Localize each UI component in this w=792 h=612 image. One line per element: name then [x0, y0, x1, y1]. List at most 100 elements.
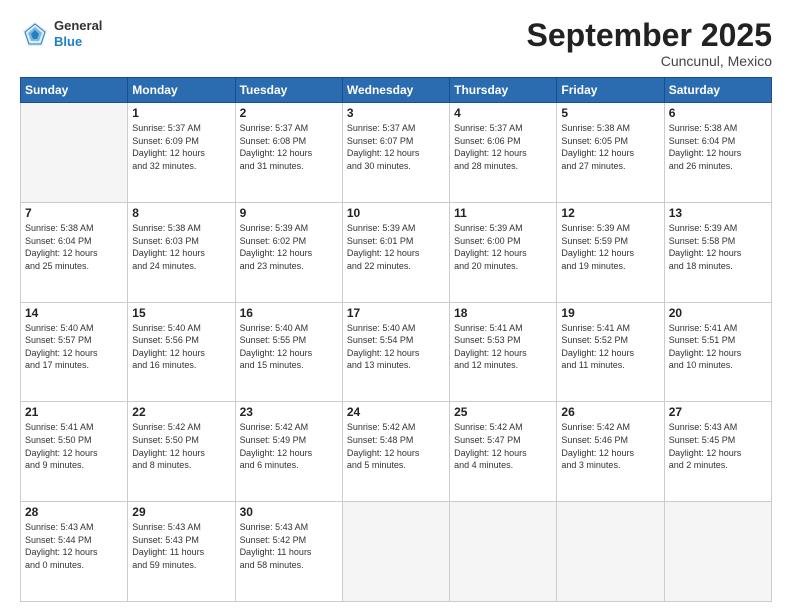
- calendar-cell: 3 Sunrise: 5:37 AM Sunset: 6:07 PM Daylig…: [342, 103, 449, 203]
- day-info: Sunrise: 5:41 AM Sunset: 5:50 PM Dayligh…: [25, 421, 123, 471]
- calendar-cell: [664, 502, 771, 602]
- day-number: 21: [25, 405, 123, 419]
- day-number: 6: [669, 106, 767, 120]
- day-number: 2: [240, 106, 338, 120]
- calendar-cell: [21, 103, 128, 203]
- calendar-cell: 10 Sunrise: 5:39 AM Sunset: 6:01 PM Dayli…: [342, 202, 449, 302]
- calendar-cell: 8 Sunrise: 5:38 AM Sunset: 6:03 PM Daylig…: [128, 202, 235, 302]
- day-info: Sunrise: 5:39 AM Sunset: 5:58 PM Dayligh…: [669, 222, 767, 272]
- calendar-cell: 12 Sunrise: 5:39 AM Sunset: 5:59 PM Dayli…: [557, 202, 664, 302]
- day-info: Sunrise: 5:42 AM Sunset: 5:49 PM Dayligh…: [240, 421, 338, 471]
- day-info: Sunrise: 5:40 AM Sunset: 5:56 PM Dayligh…: [132, 322, 230, 372]
- calendar: Sunday Monday Tuesday Wednesday Thursday…: [20, 77, 772, 602]
- day-number: 16: [240, 306, 338, 320]
- calendar-cell: 11Sunrise: 5:39 AM Sunset: 6:00 PM Dayli…: [450, 202, 557, 302]
- calendar-week-5: 28Sunrise: 5:43 AM Sunset: 5:44 PM Dayli…: [21, 502, 772, 602]
- day-number: 5: [561, 106, 659, 120]
- day-number: 22: [132, 405, 230, 419]
- day-number: 30: [240, 505, 338, 519]
- day-number: 12: [561, 206, 659, 220]
- calendar-cell: 14Sunrise: 5:40 AM Sunset: 5:57 PM Dayli…: [21, 302, 128, 402]
- day-info: Sunrise: 5:38 AM Sunset: 6:04 PM Dayligh…: [669, 122, 767, 172]
- calendar-cell: 17Sunrise: 5:40 AM Sunset: 5:54 PM Dayli…: [342, 302, 449, 402]
- day-number: 7: [25, 206, 123, 220]
- day-info: Sunrise: 5:38 AM Sunset: 6:03 PM Dayligh…: [132, 222, 230, 272]
- calendar-cell: 28Sunrise: 5:43 AM Sunset: 5:44 PM Dayli…: [21, 502, 128, 602]
- day-info: Sunrise: 5:43 AM Sunset: 5:42 PM Dayligh…: [240, 521, 338, 571]
- day-info: Sunrise: 5:40 AM Sunset: 5:55 PM Dayligh…: [240, 322, 338, 372]
- day-number: 19: [561, 306, 659, 320]
- calendar-cell: 22 Sunrise: 5:42 AM Sunset: 5:50 PM Dayli…: [128, 402, 235, 502]
- day-info: Sunrise: 5:42 AM Sunset: 5:50 PM Dayligh…: [132, 421, 230, 471]
- col-saturday: Saturday: [664, 78, 771, 103]
- logo: General Blue: [20, 18, 102, 49]
- calendar-cell: 23Sunrise: 5:42 AM Sunset: 5:49 PM Dayli…: [235, 402, 342, 502]
- day-number: 8: [132, 206, 230, 220]
- day-number: 27: [669, 405, 767, 419]
- day-info: Sunrise: 5:37 AM Sunset: 6:06 PM Dayligh…: [454, 122, 552, 172]
- page-header: General Blue September 2025 Cuncunul, Me…: [20, 18, 772, 69]
- col-thursday: Thursday: [450, 78, 557, 103]
- day-info: Sunrise: 5:39 AM Sunset: 5:59 PM Dayligh…: [561, 222, 659, 272]
- day-headers-row: Sunday Monday Tuesday Wednesday Thursday…: [21, 78, 772, 103]
- day-info: Sunrise: 5:39 AM Sunset: 6:00 PM Dayligh…: [454, 222, 552, 272]
- day-number: 9: [240, 206, 338, 220]
- calendar-cell: [450, 502, 557, 602]
- calendar-week-3: 14Sunrise: 5:40 AM Sunset: 5:57 PM Dayli…: [21, 302, 772, 402]
- calendar-week-4: 21 Sunrise: 5:41 AM Sunset: 5:50 PM Dayli…: [21, 402, 772, 502]
- day-number: 1: [132, 106, 230, 120]
- title-block: September 2025 Cuncunul, Mexico: [527, 18, 772, 69]
- calendar-cell: 30 Sunrise: 5:43 AM Sunset: 5:42 PM Dayli…: [235, 502, 342, 602]
- calendar-cell: 13 Sunrise: 5:39 AM Sunset: 5:58 PM Dayli…: [664, 202, 771, 302]
- col-tuesday: Tuesday: [235, 78, 342, 103]
- calendar-cell: 29Sunrise: 5:43 AM Sunset: 5:43 PM Dayli…: [128, 502, 235, 602]
- day-number: 25: [454, 405, 552, 419]
- day-info: Sunrise: 5:41 AM Sunset: 5:51 PM Dayligh…: [669, 322, 767, 372]
- day-number: 17: [347, 306, 445, 320]
- day-info: Sunrise: 5:39 AM Sunset: 6:02 PM Dayligh…: [240, 222, 338, 272]
- calendar-cell: 21 Sunrise: 5:41 AM Sunset: 5:50 PM Dayli…: [21, 402, 128, 502]
- day-info: Sunrise: 5:37 AM Sunset: 6:07 PM Dayligh…: [347, 122, 445, 172]
- logo-icon: [20, 19, 50, 49]
- calendar-cell: 2 Sunrise: 5:37 AM Sunset: 6:08 PM Daylig…: [235, 103, 342, 203]
- day-number: 10: [347, 206, 445, 220]
- calendar-cell: 19 Sunrise: 5:41 AM Sunset: 5:52 PM Dayli…: [557, 302, 664, 402]
- calendar-cell: 20 Sunrise: 5:41 AM Sunset: 5:51 PM Dayli…: [664, 302, 771, 402]
- day-number: 26: [561, 405, 659, 419]
- logo-general: General: [54, 18, 102, 34]
- calendar-cell: 1 Sunrise: 5:37 AM Sunset: 6:09 PM Daylig…: [128, 103, 235, 203]
- calendar-cell: 9 Sunrise: 5:39 AM Sunset: 6:02 PM Daylig…: [235, 202, 342, 302]
- location: Cuncunul, Mexico: [527, 53, 772, 69]
- col-friday: Friday: [557, 78, 664, 103]
- day-info: Sunrise: 5:41 AM Sunset: 5:52 PM Dayligh…: [561, 322, 659, 372]
- day-info: Sunrise: 5:42 AM Sunset: 5:46 PM Dayligh…: [561, 421, 659, 471]
- day-number: 24: [347, 405, 445, 419]
- calendar-cell: 15 Sunrise: 5:40 AM Sunset: 5:56 PM Dayli…: [128, 302, 235, 402]
- day-info: Sunrise: 5:39 AM Sunset: 6:01 PM Dayligh…: [347, 222, 445, 272]
- day-info: Sunrise: 5:43 AM Sunset: 5:45 PM Dayligh…: [669, 421, 767, 471]
- calendar-cell: 6 Sunrise: 5:38 AM Sunset: 6:04 PM Daylig…: [664, 103, 771, 203]
- calendar-week-2: 7Sunrise: 5:38 AM Sunset: 6:04 PM Daylig…: [21, 202, 772, 302]
- calendar-body: 1 Sunrise: 5:37 AM Sunset: 6:09 PM Daylig…: [21, 103, 772, 602]
- day-number: 3: [347, 106, 445, 120]
- day-info: Sunrise: 5:40 AM Sunset: 5:57 PM Dayligh…: [25, 322, 123, 372]
- day-info: Sunrise: 5:42 AM Sunset: 5:47 PM Dayligh…: [454, 421, 552, 471]
- calendar-cell: [342, 502, 449, 602]
- calendar-cell: 26 Sunrise: 5:42 AM Sunset: 5:46 PM Dayli…: [557, 402, 664, 502]
- calendar-cell: 4 Sunrise: 5:37 AM Sunset: 6:06 PM Daylig…: [450, 103, 557, 203]
- day-number: 15: [132, 306, 230, 320]
- day-info: Sunrise: 5:37 AM Sunset: 6:08 PM Dayligh…: [240, 122, 338, 172]
- day-number: 4: [454, 106, 552, 120]
- calendar-cell: 5 Sunrise: 5:38 AM Sunset: 6:05 PM Daylig…: [557, 103, 664, 203]
- calendar-header: Sunday Monday Tuesday Wednesday Thursday…: [21, 78, 772, 103]
- calendar-cell: 18Sunrise: 5:41 AM Sunset: 5:53 PM Dayli…: [450, 302, 557, 402]
- day-info: Sunrise: 5:38 AM Sunset: 6:05 PM Dayligh…: [561, 122, 659, 172]
- col-wednesday: Wednesday: [342, 78, 449, 103]
- day-info: Sunrise: 5:42 AM Sunset: 5:48 PM Dayligh…: [347, 421, 445, 471]
- day-number: 13: [669, 206, 767, 220]
- day-info: Sunrise: 5:37 AM Sunset: 6:09 PM Dayligh…: [132, 122, 230, 172]
- calendar-cell: 24 Sunrise: 5:42 AM Sunset: 5:48 PM Dayli…: [342, 402, 449, 502]
- day-number: 20: [669, 306, 767, 320]
- day-number: 29: [132, 505, 230, 519]
- col-sunday: Sunday: [21, 78, 128, 103]
